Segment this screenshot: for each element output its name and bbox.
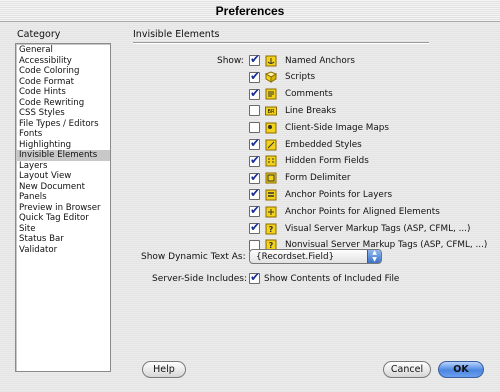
section-divider xyxy=(133,42,429,44)
show-label: Show: xyxy=(217,56,244,66)
option-checkbox[interactable] xyxy=(249,86,260,100)
svg-text:?: ? xyxy=(269,225,274,234)
category-item[interactable]: Validator xyxy=(16,245,110,256)
image-map-icon xyxy=(265,122,277,134)
option-checkbox[interactable] xyxy=(249,122,260,134)
option-row[interactable]: BR Line Breaks xyxy=(249,104,336,117)
option-row[interactable]: ? Visual Server Markup Tags (ASP, CFML, .… xyxy=(249,220,471,235)
form-delimiter-icon xyxy=(265,172,277,184)
option-checkbox[interactable] xyxy=(249,105,260,117)
option-row[interactable]: Client-Side Image Maps xyxy=(249,121,389,134)
comment-icon xyxy=(265,88,277,100)
option-label: Anchor Points for Layers xyxy=(285,189,393,200)
option-row[interactable]: Embedded Styles xyxy=(249,136,362,151)
option-checkbox[interactable] xyxy=(249,153,260,167)
option-checkbox[interactable] xyxy=(249,52,260,66)
aligned-anchor-icon xyxy=(265,206,277,218)
option-label: Line Breaks xyxy=(285,105,337,116)
help-button[interactable]: Help xyxy=(142,361,186,378)
option-label: Named Anchors xyxy=(285,55,355,66)
category-item[interactable]: File Types / Editors xyxy=(16,119,110,130)
select-arrows-icon: ▲ ▼ xyxy=(367,249,381,263)
cancel-button[interactable]: Cancel xyxy=(383,361,431,378)
option-label: Hidden Form Fields xyxy=(285,156,369,167)
layer-anchor-icon xyxy=(265,189,277,201)
dynamic-text-value: {Recordset.Field} xyxy=(256,252,335,262)
category-item[interactable]: New Document xyxy=(16,182,110,193)
category-list[interactable]: General Accessibility Code Coloring Code Fo… xyxy=(15,43,111,372)
ssi-option-label: Show Contents of Included File xyxy=(264,273,400,284)
option-row[interactable]: Comments xyxy=(249,86,333,101)
category-item[interactable]: Code Format xyxy=(16,77,110,88)
option-row[interactable]: Named Anchors xyxy=(249,52,355,67)
option-row[interactable]: Anchor Points for Aligned Elements xyxy=(249,203,440,218)
dynamic-text-select[interactable]: {Recordset.Field} ▲ ▼ xyxy=(249,249,382,264)
option-row[interactable]: Scripts xyxy=(249,69,316,84)
option-checkbox[interactable] xyxy=(249,186,260,201)
embedded-style-icon xyxy=(265,139,277,151)
option-checkbox[interactable] xyxy=(249,69,260,83)
anchor-icon xyxy=(265,55,277,67)
category-item[interactable]: Code Rewriting xyxy=(16,98,110,109)
category-header: Category xyxy=(17,29,61,40)
category-item[interactable]: Code Coloring xyxy=(16,66,110,77)
option-row[interactable]: Anchor Points for Layers xyxy=(249,186,393,201)
dynamic-text-label: Show Dynamic Text As: xyxy=(141,252,246,262)
option-label: Scripts xyxy=(285,72,316,83)
option-checkbox[interactable] xyxy=(249,220,260,234)
option-checkbox[interactable] xyxy=(249,170,260,184)
ssi-label: Server-Side Includes: xyxy=(152,274,247,284)
option-label: Embedded Styles xyxy=(285,139,362,150)
server-tag-icon: ? xyxy=(265,223,277,235)
script-icon xyxy=(265,71,277,84)
category-item[interactable]: Layers xyxy=(16,161,110,172)
option-checkbox[interactable] xyxy=(249,136,260,150)
category-item[interactable]: Quick Tag Editor xyxy=(16,213,110,224)
option-label: Client-Side Image Maps xyxy=(285,122,389,133)
hidden-field-icon xyxy=(265,155,277,167)
preferences-content: Category General Accessibility Code Colori… xyxy=(0,22,500,392)
option-label: Visual Server Markup Tags (ASP, CFML, ..… xyxy=(285,223,471,234)
option-label: Form Delimiter xyxy=(285,173,351,184)
category-item[interactable]: Invisible Elements xyxy=(16,150,110,161)
title-bar: Preferences xyxy=(0,0,500,22)
option-row[interactable]: Hidden Form Fields xyxy=(249,153,369,168)
category-item[interactable]: CSS Styles xyxy=(16,108,110,119)
category-item[interactable]: Layout View xyxy=(16,171,110,182)
category-item[interactable]: Fonts xyxy=(16,129,110,140)
category-item[interactable]: General xyxy=(16,45,110,56)
line-break-icon: BR xyxy=(265,105,277,117)
option-label: Comments xyxy=(285,89,333,100)
category-item[interactable]: Code Hints xyxy=(16,87,110,98)
category-item[interactable]: Preview in Browser xyxy=(16,203,110,214)
option-row[interactable]: Form Delimiter xyxy=(249,170,351,185)
section-title: Invisible Elements xyxy=(133,29,220,40)
window-title: Preferences xyxy=(215,4,285,18)
category-item[interactable]: Status Bar xyxy=(16,234,110,245)
category-item[interactable]: Highlighting xyxy=(16,140,110,151)
option-label: Anchor Points for Aligned Elements xyxy=(285,206,440,217)
category-item[interactable]: Site xyxy=(16,224,110,235)
option-checkbox[interactable] xyxy=(249,203,260,218)
ssi-checkbox[interactable] xyxy=(249,270,260,284)
category-item[interactable]: Accessibility xyxy=(16,56,110,67)
category-item[interactable]: Panels xyxy=(16,192,110,203)
svg-text:BR: BR xyxy=(268,109,275,115)
ssi-row[interactable]: Show Contents of Included File xyxy=(249,270,400,285)
ok-button[interactable]: OK xyxy=(438,361,484,378)
